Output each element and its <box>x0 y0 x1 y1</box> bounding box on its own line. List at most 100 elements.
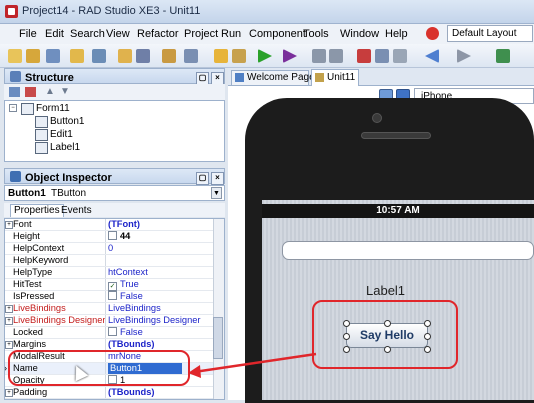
menu-help[interactable]: Help <box>385 28 408 40</box>
toggle-form-icon[interactable] <box>162 49 176 63</box>
property-row-helptype[interactable]: HelpType htContext <box>5 267 215 279</box>
tree-item-label1[interactable]: Label1 <box>50 142 80 153</box>
menu-refactor[interactable]: Refactor <box>137 28 179 40</box>
menu-window[interactable]: Window <box>340 28 379 40</box>
stop-icon[interactable] <box>329 49 343 63</box>
menu-file[interactable]: File <box>19 28 37 40</box>
component-selector[interactable]: Button1 TButton ▼ <box>4 185 225 201</box>
back-icon[interactable] <box>425 49 439 63</box>
tree-item-button1[interactable]: Button1 <box>50 116 84 127</box>
button-icon <box>35 116 48 128</box>
save-icon[interactable] <box>46 49 60 63</box>
open-file-icon[interactable] <box>118 49 132 63</box>
property-row-helpcontext[interactable]: HelpContext 0 <box>5 243 215 255</box>
editor-tabs: Welcome Page Unit11 <box>228 68 534 86</box>
camera-icon <box>372 113 382 123</box>
inspector-icon <box>10 171 21 182</box>
expand-icon[interactable]: + <box>5 389 13 397</box>
property-row-font[interactable]: + Font (TFont) <box>5 219 215 231</box>
trace-into-icon[interactable] <box>357 49 371 63</box>
expand-icon[interactable] <box>9 87 20 97</box>
selected-component-name: Button1 <box>8 188 46 199</box>
menu-project[interactable]: Project <box>184 28 218 40</box>
new-form-icon[interactable] <box>232 49 246 63</box>
inspector-title: Object Inspector <box>25 172 112 184</box>
form-icon <box>21 103 34 115</box>
annotation-arrow <box>188 352 317 378</box>
inspector-pin-icon[interactable]: ▢ <box>196 172 209 185</box>
expand-icon[interactable]: + <box>5 317 13 325</box>
tree-expander-icon[interactable]: − <box>9 104 17 112</box>
run-without-debug-icon[interactable] <box>283 49 297 63</box>
name-row-highlight <box>8 350 190 386</box>
property-row-helpkeyword[interactable]: HelpKeyword <box>5 255 215 267</box>
chevron-down-icon[interactable]: ▼ <box>211 187 222 199</box>
property-row-livebindings[interactable]: + LiveBindings LiveBindings <box>5 303 215 315</box>
help-gear-icon[interactable] <box>426 27 439 40</box>
expand-icon[interactable]: + <box>5 221 13 229</box>
inspector-tabs: Properties Events <box>4 203 225 217</box>
button-highlight <box>312 300 458 369</box>
collapse-icon[interactable] <box>25 87 36 97</box>
label-icon <box>35 142 48 154</box>
tab-properties[interactable]: Properties <box>10 204 64 217</box>
run-icon[interactable] <box>258 49 272 63</box>
tree-item-form11[interactable]: Form11 <box>36 103 70 114</box>
menu-component[interactable]: Component <box>249 28 306 40</box>
tree-item-edit1[interactable]: Edit1 <box>50 129 73 140</box>
expand-icon[interactable]: + <box>5 305 13 313</box>
save-all-icon[interactable] <box>92 49 106 63</box>
layout-select[interactable]: Default Layout <box>447 25 533 42</box>
view-unit-icon[interactable] <box>184 49 198 63</box>
view-form-icon[interactable] <box>214 49 228 63</box>
help-book-icon[interactable] <box>496 49 510 63</box>
property-row-padding[interactable]: + Padding (TBounds) <box>5 387 215 399</box>
run-to-cursor-icon[interactable] <box>393 49 407 63</box>
menu-view[interactable]: View <box>106 28 130 40</box>
property-row-livebindings-designer[interactable]: + LiveBindings Designer LiveBindings Desig… <box>5 315 215 327</box>
edit1-textbox[interactable] <box>282 241 534 260</box>
structure-title: Structure <box>25 72 74 84</box>
open-icon[interactable] <box>26 49 40 63</box>
unit-icon <box>315 73 324 82</box>
remove-file-icon[interactable] <box>136 49 150 63</box>
property-row-ispressed[interactable]: IsPressed False <box>5 291 215 303</box>
title-bar: Project14 - RAD Studio XE3 - Unit11 <box>0 0 534 24</box>
structure-toolbar: ▲ ▼ <box>4 84 225 100</box>
tab-events[interactable]: Events <box>61 205 92 216</box>
checkbox-icon[interactable] <box>108 327 117 336</box>
checkbox-icon[interactable] <box>108 291 117 300</box>
edit-icon <box>35 129 48 141</box>
new-icon[interactable] <box>8 49 22 63</box>
selected-row-marker-icon: » <box>5 363 7 374</box>
checkbox-checked-icon[interactable] <box>108 282 117 291</box>
structure-icon <box>10 71 21 82</box>
property-row-locked[interactable]: Locked False <box>5 327 215 339</box>
tab-unit11[interactable]: Unit11 <box>311 69 359 86</box>
label1-text[interactable]: Label1 <box>366 283 405 298</box>
property-row-hittest[interactable]: HitTestTrue <box>5 279 215 291</box>
menu-search[interactable]: Search <box>70 28 105 40</box>
toolbar <box>0 44 534 68</box>
status-bar: 10:57 AM <box>262 204 534 218</box>
forward-icon[interactable] <box>457 49 471 63</box>
up-arrow-icon[interactable]: ▲ <box>45 86 55 97</box>
menu-run[interactable]: Run <box>221 28 241 40</box>
menu-tools[interactable]: Tools <box>303 28 329 40</box>
status-time: 10:57 AM <box>376 205 420 216</box>
open-project-icon[interactable] <box>70 49 84 63</box>
structure-tree: − Form11 Button1 Edit1 Label1 <box>4 100 225 162</box>
expand-icon[interactable]: + <box>5 341 13 349</box>
tab-welcome-page[interactable]: Welcome Page <box>231 70 315 85</box>
window-title: Project14 - RAD Studio XE3 - Unit11 <box>22 5 201 17</box>
app-icon <box>5 5 18 18</box>
step-over-icon[interactable] <box>375 49 389 63</box>
pause-icon[interactable] <box>312 49 326 63</box>
property-row-height[interactable]: Height 44 <box>5 231 215 243</box>
inspector-header: Object Inspector ▢ × <box>4 168 225 185</box>
structure-header: Structure ▢ × <box>4 68 225 85</box>
selected-component-type: TButton <box>51 188 87 199</box>
down-arrow-icon[interactable]: ▼ <box>60 86 70 97</box>
inspector-close-icon[interactable]: × <box>211 172 224 185</box>
menu-edit[interactable]: Edit <box>45 28 64 40</box>
